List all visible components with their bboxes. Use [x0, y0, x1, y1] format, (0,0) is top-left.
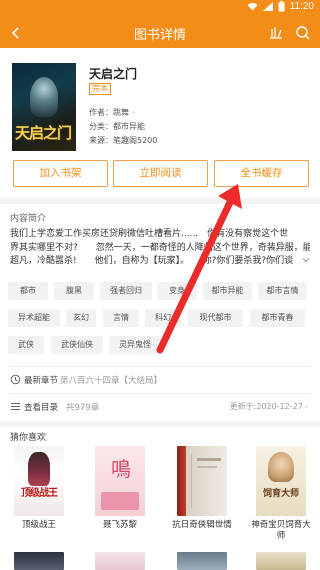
- signal-icon: [262, 2, 273, 11]
- source-label: 来源：: [89, 136, 113, 145]
- action-buttons: 加入书架 立即阅读 全书缓存: [13, 160, 309, 187]
- recommended-book[interactable]: 饲育大师 神奇宝贝饲育大师: [251, 446, 311, 542]
- recommended-book-cover[interactable]: [256, 552, 306, 570]
- author-line[interactable]: 作者：跳舞 ›: [89, 107, 135, 118]
- recommended-book-cover: [177, 446, 227, 516]
- intro-line-2: 界其实哪里不对? 忽然一天，一都奇怪的人降临这个世界，奇装异服，能力: [10, 242, 310, 253]
- recommended-book-cover: 饲育大师: [256, 446, 306, 516]
- author-name: 跳舞: [113, 108, 129, 117]
- tag-item[interactable]: 现代都市: [188, 309, 243, 327]
- recommend-heading: 猜你喜欢: [10, 433, 47, 443]
- toc-updated: 更新于:2020-12-27 ›: [230, 401, 308, 412]
- tag-item[interactable]: 灵异鬼怪: [109, 336, 161, 354]
- book-header: 天启之门 天启之门 完本 作者：跳舞 › 分类：都市异能 来源：笔趣阁5200: [12, 63, 312, 155]
- tag-item[interactable]: 都市言情: [258, 282, 307, 300]
- clock-icon: [10, 374, 21, 385]
- divider: [10, 393, 310, 394]
- section-divider: [0, 421, 320, 427]
- clock: 11:20: [289, 1, 314, 12]
- app-bar: 图书详情: [0, 17, 320, 48]
- tag-item[interactable]: 变身: [157, 282, 197, 300]
- toc-count: 共979章: [66, 403, 100, 413]
- category-line: 分类：都市异能: [89, 121, 145, 132]
- status-bar: 11:20: [0, 0, 320, 17]
- tag-item[interactable]: 武侠: [8, 336, 44, 354]
- battery-icon: [278, 1, 285, 12]
- recommended-book-title: 聂飞苏黎: [102, 520, 137, 530]
- toc-updated-date: 更新于:2020-12-27: [229, 402, 303, 411]
- tag-item[interactable]: 异术超能: [8, 309, 60, 327]
- status-badge: 完本: [89, 83, 111, 95]
- recommended-book-cover-text: 饲育大师: [262, 489, 299, 499]
- chevron-right-icon: ›: [304, 402, 308, 411]
- book-title: 天启之门: [89, 67, 138, 81]
- chevron-down-icon[interactable]: [300, 254, 312, 266]
- tag-item[interactable]: 言情: [103, 309, 139, 327]
- cache-all-button[interactable]: 全书缓存: [214, 160, 309, 187]
- status-icons: 11:20: [247, 1, 314, 12]
- recommended-book-title: 抗日奇侠辑世情: [172, 520, 232, 530]
- tag-item[interactable]: 都市异能: [203, 282, 252, 300]
- category-label: 分类：: [89, 122, 113, 131]
- recommended-book-cover[interactable]: [177, 552, 227, 570]
- category-value: 都市异能: [113, 122, 145, 131]
- tag-item[interactable]: 科幻: [145, 309, 181, 327]
- divider: [10, 366, 310, 367]
- recommended-book-title: 神奇宝贝饲育大师: [251, 520, 311, 541]
- tag-item[interactable]: 武侠仙侠: [51, 336, 103, 354]
- tag-item[interactable]: 都市青春: [250, 309, 305, 327]
- wifi-icon: [247, 3, 258, 11]
- recommended-book-cover: 鳴: [95, 446, 145, 516]
- list-icon: [11, 403, 20, 410]
- source-value: 笔趣阁5200: [113, 136, 158, 145]
- bookshelf-icon[interactable]: [266, 23, 286, 43]
- search-icon[interactable]: [293, 23, 313, 43]
- recommended-book-cover[interactable]: [14, 552, 64, 570]
- tag-item[interactable]: 强者回归: [100, 282, 152, 300]
- latest-chapter-row[interactable]: 最新章节 第八百六十四章【大结局】: [0, 369, 320, 391]
- intro-line-3: 超凡，冷酷嚣杀! 他们，自称为【玩家】。 你?你们要杀我?你们谈: [10, 256, 294, 266]
- chevron-right-icon: ›: [132, 108, 136, 117]
- cover-figure: [30, 77, 58, 117]
- tag-item[interactable]: 都市: [8, 282, 48, 300]
- latest-chapter-value: 第八百六十四章【大结局】: [60, 376, 163, 386]
- tag-item[interactable]: 腹黑: [54, 282, 94, 300]
- tag-item[interactable]: 玄幻: [66, 309, 96, 327]
- intro-heading: 内容简介: [10, 214, 47, 224]
- recommended-book-cover-text: 顶级战王: [21, 488, 58, 499]
- author-label: 作者：: [89, 108, 113, 117]
- recommended-book-cover: 顶级战王: [14, 446, 64, 516]
- recommended-book[interactable]: 顶级战王 顶级战王: [14, 446, 64, 531]
- intro-text[interactable]: 我们上学恋爱工作买房还贷刷微信吐槽看片...... 你有没有察觉这个世 界其实哪…: [10, 228, 310, 269]
- recommended-book[interactable]: 鳴 聂飞苏黎: [95, 446, 145, 531]
- recommended-book-cover[interactable]: [95, 552, 145, 570]
- section-divider: [0, 198, 320, 204]
- read-now-button[interactable]: 立即阅读: [113, 160, 208, 187]
- intro-line-1: 我们上学恋爱工作买房还贷刷微信吐槽看片...... 你有没有察觉这个世: [10, 229, 289, 239]
- add-to-shelf-button[interactable]: 加入书架: [13, 160, 108, 187]
- latest-chapter-label: 最新章节: [24, 376, 59, 386]
- recommended-book[interactable]: 抗日奇侠辑世情: [172, 446, 232, 531]
- toc-row[interactable]: 查看目录 共979章 更新于:2020-12-27 ›: [0, 396, 320, 418]
- toc-label: 查看目录: [24, 403, 59, 413]
- cover-title: 天启之门: [15, 124, 72, 142]
- book-cover: 天启之门: [12, 63, 76, 151]
- source-line: 来源：笔趣阁5200: [89, 135, 157, 146]
- recommended-book-title: 顶级战王: [21, 520, 56, 530]
